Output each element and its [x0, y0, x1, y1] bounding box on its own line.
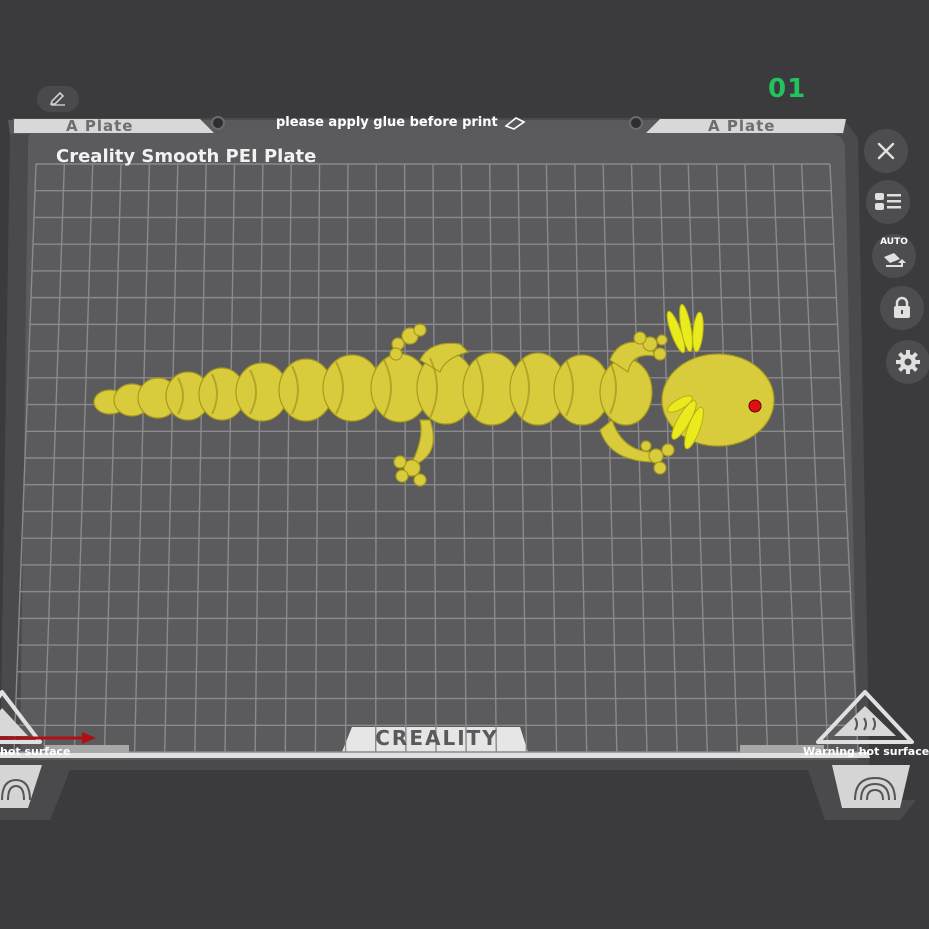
auto-arrange-icon	[884, 253, 906, 267]
axolotl-model[interactable]	[0, 0, 929, 929]
plate-number: 01	[768, 74, 807, 104]
eye	[748, 399, 762, 413]
warning-label-left: hot surface	[0, 745, 71, 758]
pencil-icon	[49, 92, 65, 106]
glue-notice-label: please apply glue before print	[276, 115, 498, 130]
edit-plate-button[interactable]	[37, 86, 79, 112]
settings-button[interactable]	[886, 340, 929, 384]
close-plate-button[interactable]	[864, 129, 908, 173]
lock-button[interactable]	[880, 286, 924, 330]
close-icon	[877, 142, 895, 160]
auto-label: AUTO	[880, 237, 908, 247]
lock-icon	[894, 296, 910, 318]
object-list-button[interactable]	[866, 180, 910, 224]
eraser-icon	[504, 116, 526, 130]
plate-title: Creality Smooth PEI Plate	[56, 146, 317, 167]
tab-plate-right[interactable]: A Plate	[708, 117, 775, 135]
object-list-icon	[875, 193, 901, 210]
creality-logo: CREALITY	[375, 726, 499, 750]
warning-label-right: Warning hot surface	[803, 745, 929, 758]
tab-plate-left[interactable]: A Plate	[66, 117, 133, 135]
auto-arrange-button[interactable]: AUTO	[872, 234, 916, 278]
gear-icon	[896, 350, 920, 374]
glue-notice[interactable]: please apply glue before print	[276, 115, 526, 130]
